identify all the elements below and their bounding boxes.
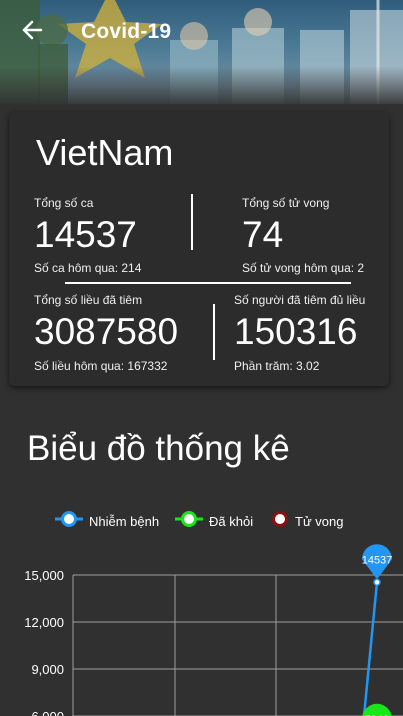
- stats-card: VietNam Tổng số ca 14537 Số ca hôm qua: …: [9, 112, 389, 386]
- doses-yesterday-text: Số liều hôm qua: 167332: [34, 359, 168, 373]
- legend-item-deaths[interactable]: Tử vong: [271, 510, 343, 532]
- legend-line-dot-icon: [175, 508, 203, 535]
- total-doses-value: 3087580: [34, 311, 179, 352]
- line-chart: 15,000 12,000 9,000 6,000 14537 5949: [24, 544, 403, 716]
- series-line-infected: [362, 582, 379, 716]
- total-doses-label: Tổng số liều đã tiêm: [34, 293, 143, 307]
- divider-vertical-top: [191, 194, 193, 250]
- chart-grid: [72, 574, 403, 716]
- header-fade: [0, 66, 403, 104]
- deaths-yesterday-text: Số tử vong hôm qua: 2: [242, 261, 365, 275]
- app-header: Covid-19: [0, 0, 403, 104]
- divider-horizontal: [65, 282, 351, 284]
- chart-legend: Nhiễm bệnh Đã khỏi Tử vong: [0, 510, 403, 532]
- legend-item-infected[interactable]: Nhiễm bệnh: [55, 510, 159, 532]
- value-label: 14537: [362, 554, 393, 566]
- percent-text: Phần trăm: 3.02: [234, 359, 320, 373]
- y-tick-label: 6,000: [31, 709, 64, 716]
- country-name: VietNam: [36, 132, 174, 173]
- back-button[interactable]: [18, 18, 46, 46]
- legend-line-dot-icon: [55, 508, 83, 535]
- legend-item-recovered[interactable]: Đã khỏi: [175, 510, 253, 532]
- fully-vaccinated-value: 150316: [234, 311, 358, 352]
- legend-dot-icon: [271, 508, 289, 535]
- y-tick-label: 9,000: [31, 662, 64, 677]
- legend-label-infected: Nhiễm bệnh: [89, 513, 160, 529]
- page-title: Covid-19: [81, 20, 172, 43]
- legend-label-recovered: Đã khỏi: [209, 513, 254, 529]
- fully-vaccinated-label: Số người đã tiêm đủ liều: [234, 293, 366, 307]
- data-point-infected: [373, 578, 381, 587]
- legend-label-deaths: Tử vong: [295, 513, 344, 529]
- y-tick-label: 12,000: [24, 615, 64, 630]
- value-bubble-infected: 14537: [362, 544, 393, 580]
- total-deaths-value: 74: [242, 214, 284, 255]
- divider-vertical-bottom: [213, 304, 215, 360]
- y-axis-ticks: 15,000 12,000 9,000 6,000: [24, 568, 64, 716]
- total-deaths-label: Tổng số tử vong: [242, 196, 330, 210]
- y-tick-label: 15,000: [24, 568, 64, 583]
- chart-series: 14537 5949: [362, 544, 393, 716]
- cases-yesterday-text: Số ca hôm qua: 214: [34, 261, 142, 275]
- total-cases-value: 14537: [34, 214, 137, 255]
- chart-section-title: Biểu đồ thống kê: [27, 429, 290, 468]
- value-bubble-recovered: 5949: [362, 703, 392, 716]
- total-cases-label: Tổng số ca: [34, 196, 94, 210]
- arrow-left-icon: [21, 19, 43, 46]
